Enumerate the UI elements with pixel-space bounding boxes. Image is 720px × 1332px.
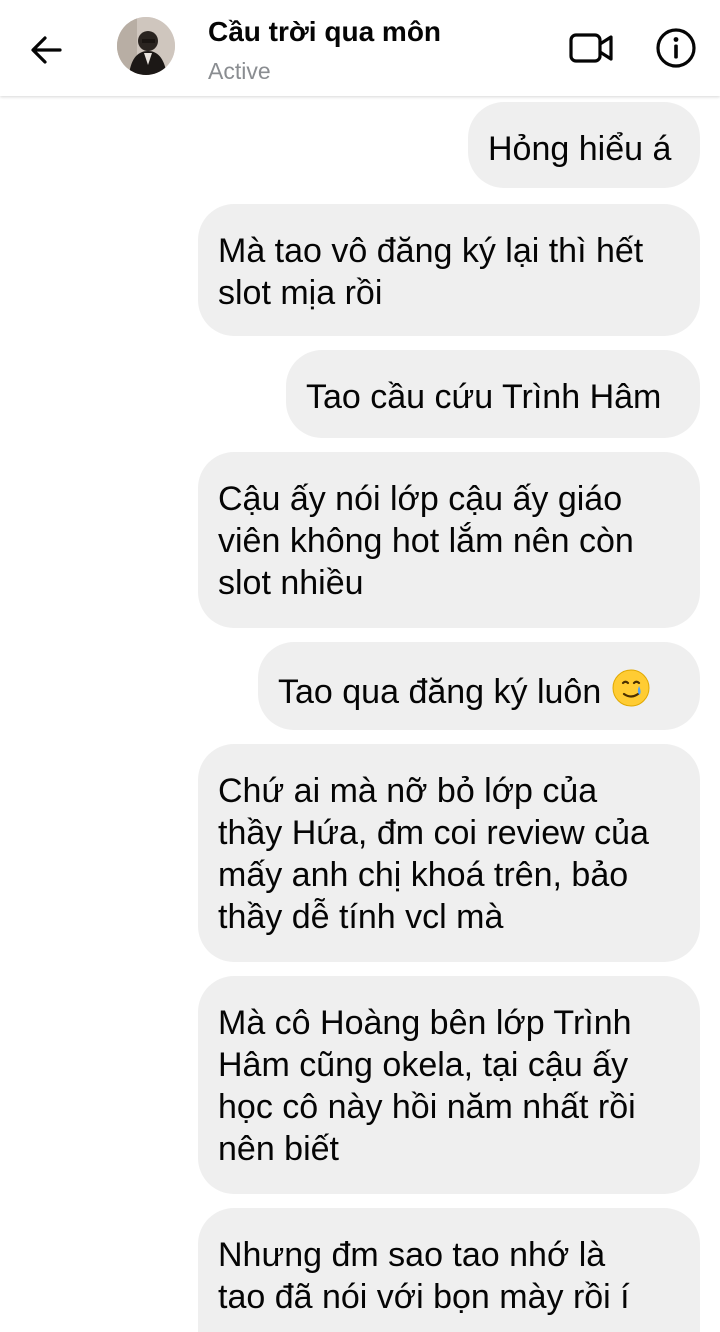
message-line: nên biết [218,1130,339,1168]
arrow-left-icon [31,36,62,64]
video-camera-icon [569,33,613,63]
message-line: Nhưng đm sao tao nhớ là [218,1236,606,1274]
avatar[interactable] [117,17,175,75]
message-line: mấy anh chị khoá trên, bảo [218,856,629,894]
message-line: thầy Hứa, đm coi review của [218,814,649,852]
message-line: tao đã nói với bọn mày rồi í [218,1278,630,1316]
message-bubble[interactable]: Chứ ai mà nỡ bỏ lớp của thầy Hứa, đm coi… [198,744,700,962]
message-list[interactable]: Hỏng hiểu á Mà tao vô đăng ký lại thì hế… [0,96,720,1332]
chat-header: Cầu trời qua môn Active [0,0,720,96]
message-bubble[interactable]: Tao cầu cứu Trình Hâm [286,350,700,438]
message-line: Chứ ai mà nỡ bỏ lớp của [218,772,598,810]
message-bubble[interactable]: Tao qua đăng ký luôn [258,642,700,730]
message-line: Hâm cũng okela, tại cậu ấy [218,1046,629,1084]
message-line: thầy dễ tính vcl mà [218,898,504,936]
video-call-button[interactable] [566,26,618,70]
avatar-image [117,17,175,75]
message-line: Mà tao vô đăng ký lại thì hết [218,232,644,270]
contact-name[interactable]: Cầu trời qua môn [208,16,441,48]
message-line: Cậu ấy nói lớp cậu ấy giáo [218,480,623,518]
info-icon [656,28,696,68]
message-text: Tao qua đăng ký luôn [278,673,602,711]
contact-status: Active [208,58,271,84]
message-bubble[interactable]: Mà cô Hoàng bên lớp Trình Hâm cũng okela… [198,976,700,1194]
message-line: Mà cô Hoàng bên lớp Trình [218,1004,632,1042]
message-line: slot nhiều [218,564,364,602]
message-bubble[interactable]: Mà tao vô đăng ký lại thì hết slot mịa r… [198,204,700,336]
back-button[interactable] [24,28,68,72]
message-bubble[interactable]: Nhưng đm sao tao nhớ là tao đã nói với b… [198,1208,700,1332]
message-line: viên không hot lắm nên còn [218,522,634,560]
message-bubble[interactable]: Cậu ấy nói lớp cậu ấy giáo viên không ho… [198,452,700,628]
message-line: học cô này hồi năm nhất rồi [218,1088,636,1126]
message-line-with-emoji: Tao qua đăng ký luôn [278,668,680,718]
smiling-face-with-tear-icon [611,668,651,718]
message-line: slot mịa rồi [218,274,383,312]
message-line: Tao cầu cứu Trình Hâm [306,378,662,416]
info-button[interactable] [652,26,700,70]
message-line: Hỏng hiểu á [488,130,672,168]
message-bubble[interactable]: Hỏng hiểu á [468,102,700,188]
